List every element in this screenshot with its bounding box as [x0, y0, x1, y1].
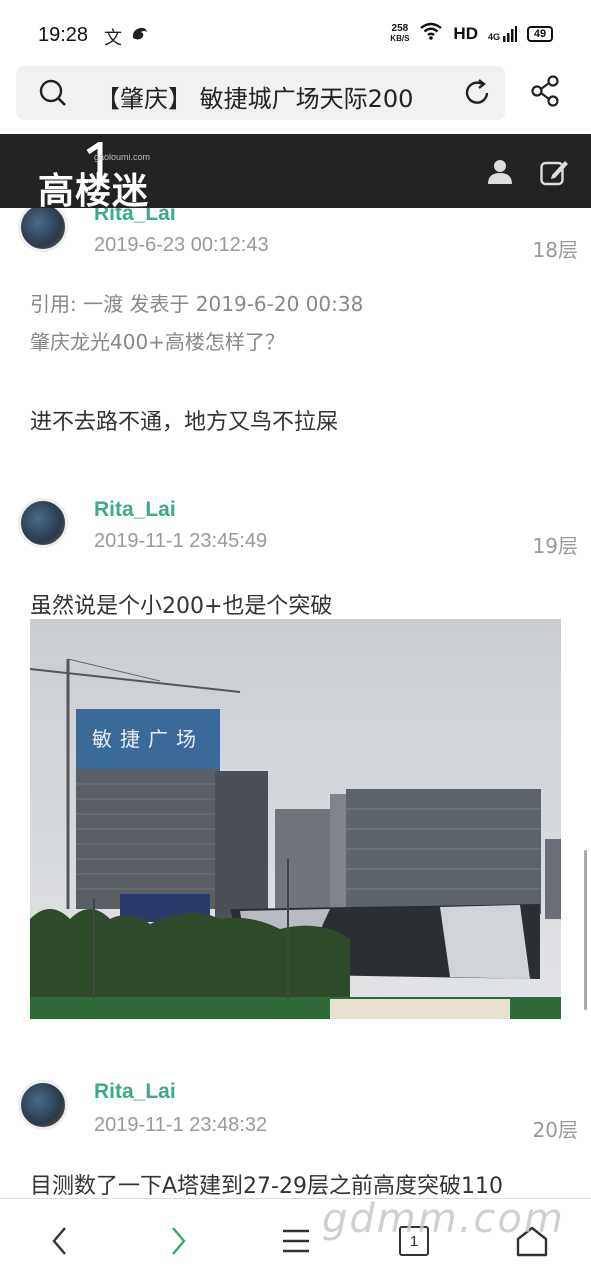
post-header: Rita_Lai 2019-11-1 23:45:49 19层 [0, 492, 591, 572]
username[interactable]: Rita_Lai [94, 1080, 176, 1104]
floor-number: 19层 [532, 534, 578, 558]
post-body: 虽然说是个小200+也是个突破 [30, 594, 333, 619]
user-icon[interactable] [487, 158, 513, 188]
status-right-icons: 258 KB/S HD 4G 49 [390, 22, 553, 45]
scrollbar[interactable] [584, 850, 587, 1010]
search-icon[interactable] [38, 78, 68, 112]
post-body: 目测数了一下A塔建到27-29层之前高度突破110 [30, 1174, 503, 1198]
quote-text: 肇庆龙光400+高楼怎样了？ [30, 330, 285, 354]
translate-icon: 文 [104, 28, 122, 49]
post-timestamp: 2019-11-1 23:48:32 [94, 1114, 268, 1136]
status-bar: 19:28 文 258 KB/S HD 4G 49 [0, 0, 591, 64]
status-notification-icons: 文 [104, 24, 150, 50]
avatar[interactable] [18, 208, 68, 252]
avatar[interactable] [18, 1080, 68, 1130]
wifi-icon [419, 22, 443, 45]
logo-domain: gaoloumi.com [94, 152, 151, 162]
cell-signal-icon: 4G [487, 25, 517, 42]
signal-type: 4G [487, 31, 500, 42]
net-speed-value: 258 [391, 22, 409, 34]
net-speed-unit: KB/S [390, 33, 410, 43]
floor-number: 20层 [532, 1118, 578, 1142]
post-header: Rita_Lai 2019-11-1 23:48:32 20层 [0, 1074, 591, 1154]
site-logo[interactable]: 高楼迷 gaoloumi.com [38, 142, 188, 212]
forward-icon[interactable] [158, 1221, 198, 1261]
uc-browser-icon [130, 24, 150, 50]
post-photo[interactable]: 敏捷广场 [30, 619, 561, 1019]
battery-indicator: 49 [527, 25, 553, 42]
share-icon[interactable] [529, 74, 563, 112]
address-bar[interactable]: 【肇庆】 敏捷城广场天际200 [16, 66, 505, 120]
quote-attribution: 引用: 一渡 发表于 2019-6-20 00:38 [30, 292, 364, 316]
menu-icon[interactable] [276, 1221, 316, 1261]
logo-text: 高楼迷 [38, 171, 150, 212]
status-time: 19:28 [38, 24, 89, 46]
building-sign: 敏捷广场 [92, 727, 204, 751]
username[interactable]: Rita_Lai [94, 498, 176, 522]
post-body: 进不去路不通，地方又鸟不拉屎 [30, 410, 339, 435]
edit-icon[interactable] [540, 158, 570, 190]
username[interactable]: Rita_Lai [94, 208, 176, 226]
watermark: gdmm.com [322, 1196, 565, 1242]
page-title[interactable]: 【肇庆】 敏捷城广场天际200 [96, 79, 456, 114]
hd-indicator: HD [453, 23, 478, 43]
site-header: 高楼迷 gaoloumi.com [0, 134, 591, 212]
post-timestamp: 2019-6-23 00:12:43 [94, 234, 269, 256]
floor-number: 18层 [532, 238, 578, 262]
avatar[interactable] [18, 498, 68, 548]
post-timestamp: 2019-11-1 23:45:49 [94, 530, 268, 552]
thread-content: Rita_Lai 2019-6-23 00:12:43 18层 引用: 一渡 发… [0, 208, 591, 1198]
net-speed: 258 KB/S [390, 22, 410, 44]
reload-icon[interactable] [462, 78, 492, 112]
post-header: Rita_Lai 2019-6-23 00:12:43 18层 [0, 208, 591, 276]
back-icon[interactable] [40, 1221, 80, 1261]
